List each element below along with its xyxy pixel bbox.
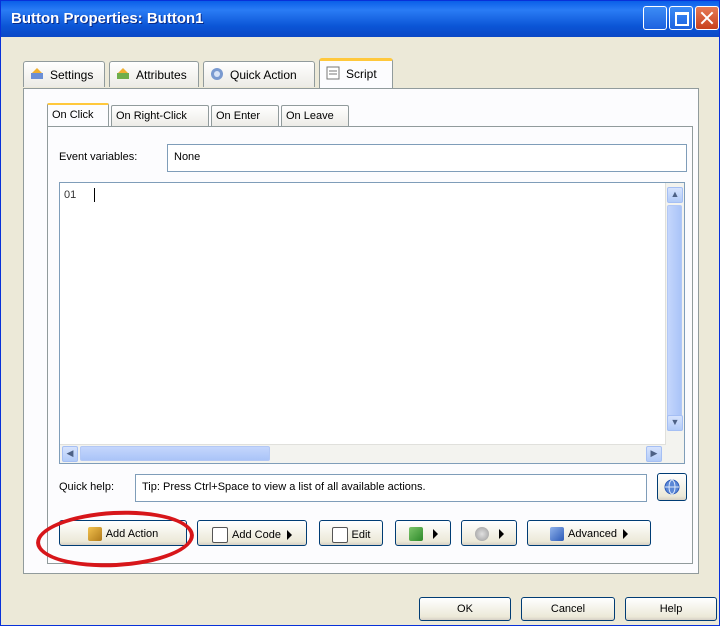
quick-help-toggle-button[interactable] (657, 473, 687, 501)
tab-label: Quick Action (230, 68, 297, 82)
scroll-up-arrow-icon[interactable]: ▲ (667, 187, 683, 203)
advanced-icon (550, 527, 565, 541)
dropdown-arrow-icon (498, 529, 504, 539)
close-button[interactable] (695, 6, 719, 30)
advanced-label: Advanced (568, 527, 617, 540)
quick-help-label: Quick help: (59, 481, 115, 493)
minimize-button[interactable] (643, 6, 667, 30)
ok-button[interactable]: OK (419, 597, 511, 621)
globe-icon (664, 479, 680, 495)
subtab-on-click[interactable]: On Click (47, 103, 109, 128)
script-icon (326, 66, 340, 80)
add-code-label: Add Code (232, 528, 281, 541)
scroll-left-arrow-icon[interactable]: ◀ (62, 446, 78, 462)
scroll-right-arrow-icon[interactable]: ▶ (646, 446, 662, 462)
edit-button[interactable]: Edit (319, 520, 383, 546)
settings-icon (31, 68, 43, 79)
code-icon (212, 527, 229, 543)
line-number: 01 (64, 189, 77, 201)
tab-script[interactable]: Script (319, 58, 393, 88)
tab-label: Attributes (136, 68, 187, 82)
advanced-button[interactable]: Advanced (527, 520, 651, 546)
help-button[interactable]: Help (625, 597, 717, 621)
scroll-down-arrow-icon[interactable]: ▼ (667, 415, 683, 431)
tab-quick-action[interactable]: Quick Action (203, 61, 315, 87)
horizontal-scrollbar[interactable]: ◀ ▶ (60, 444, 666, 463)
edit-icon (331, 527, 348, 543)
tab-label: Settings (50, 68, 94, 82)
vertical-scrollbar[interactable]: ▲ ▼ (665, 183, 684, 463)
tab-settings[interactable]: Settings (23, 61, 105, 87)
maximize-button[interactable] (669, 6, 693, 30)
horizontal-scroll-thumb[interactable] (80, 446, 270, 461)
dropdown-arrow-icon (286, 530, 292, 540)
script-editor[interactable]: 01 ▲ ▼ ◀ ▶ (59, 182, 685, 464)
attributes-icon (117, 68, 129, 79)
subtab-on-enter[interactable]: On Enter (211, 105, 279, 127)
event-variables-field[interactable]: None (167, 144, 687, 172)
quick-action-icon (211, 68, 223, 80)
green-arrow-icon (408, 527, 423, 541)
text-caret (94, 188, 95, 202)
button-properties-dialog: Button Properties: Button1 Settings Attr… (0, 0, 720, 626)
subtab-on-leave[interactable]: On Leave (281, 105, 349, 127)
dropdown-arrow-icon (622, 529, 628, 539)
window-title: Button Properties: Button1 (11, 10, 204, 27)
tools-menu-button[interactable] (461, 520, 517, 546)
dropdown-arrow-icon (432, 529, 438, 539)
gear-icon (474, 527, 489, 541)
subtab-on-right-click[interactable]: On Right-Click (111, 105, 209, 127)
tab-label: Script (346, 67, 377, 81)
tab-attributes[interactable]: Attributes (109, 61, 199, 87)
cancel-button[interactable]: Cancel (521, 597, 615, 621)
title-bar[interactable]: Button Properties: Button1 (1, 1, 719, 37)
quick-help-field: Tip: Press Ctrl+Space to view a list of … (135, 474, 647, 502)
vertical-scroll-thumb[interactable] (667, 205, 682, 431)
edit-label: Edit (351, 528, 371, 541)
add-code-button[interactable]: Add Code (197, 520, 307, 546)
run-menu-button[interactable] (395, 520, 451, 546)
event-variables-label: Event variables: (59, 151, 138, 163)
